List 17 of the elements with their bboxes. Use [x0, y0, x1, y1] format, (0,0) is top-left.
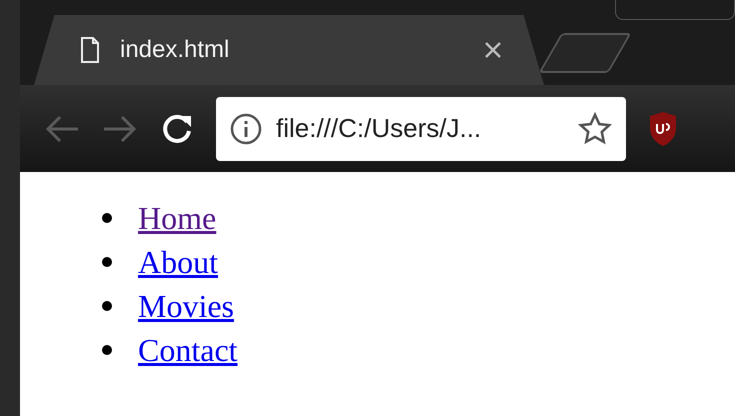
- nav-link[interactable]: Movies: [138, 290, 234, 322]
- star-icon[interactable]: [578, 112, 612, 146]
- bullet-icon: [102, 257, 112, 267]
- nav-link[interactable]: Home: [138, 202, 216, 234]
- document-icon: [80, 37, 100, 63]
- nav-link[interactable]: Contact: [138, 334, 238, 366]
- info-icon: [230, 112, 262, 144]
- close-icon[interactable]: [484, 41, 502, 59]
- bullet-icon: [102, 301, 112, 311]
- bullet-icon: [102, 345, 112, 355]
- address-bar[interactable]: file:///C:/Users/J...: [216, 96, 626, 160]
- shield-icon[interactable]: [648, 110, 678, 146]
- browser-tab[interactable]: index.html: [34, 15, 544, 85]
- nav-link[interactable]: About: [138, 246, 218, 278]
- address-text: file:///C:/Users/J...: [276, 112, 482, 145]
- tab-title: index.html: [120, 35, 230, 65]
- bullet-icon: [102, 213, 112, 223]
